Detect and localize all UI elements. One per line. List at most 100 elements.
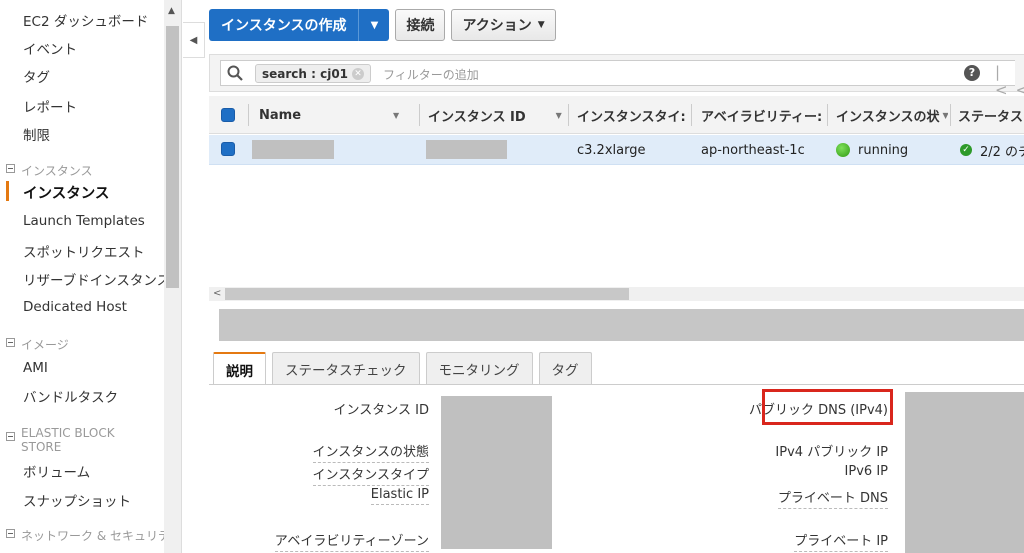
toolbar: インスタンスの作成 ▼ 接続 アクション ▼	[209, 9, 556, 41]
cell-availability-zone: ap-northeast-1c	[701, 142, 805, 158]
column-separator	[950, 104, 951, 126]
column-label: ステータス	[958, 109, 1024, 125]
filter-bar: search : cj01 ✕ フィルターの追加 ? |<<	[209, 54, 1024, 99]
filter-token[interactable]: search : cj01 ✕	[255, 64, 372, 83]
scrollbar-thumb[interactable]	[225, 288, 629, 300]
sidebar-item-reports[interactable]: レポート	[23, 96, 77, 116]
sort-icon[interactable]: ▼	[556, 111, 562, 120]
column-header-name[interactable]: Name ▼	[259, 96, 417, 134]
sidebar-item-spot-requests[interactable]: スポットリクエスト	[23, 241, 145, 261]
tab-monitoring[interactable]: モニタリング	[425, 352, 533, 385]
label-availability-zone: アベイラビリティーゾーン	[274, 530, 429, 552]
scroll-up-icon[interactable]: ▲	[168, 6, 175, 16]
scrollbar-thumb[interactable]	[166, 26, 179, 288]
column-separator	[691, 104, 692, 126]
collapse-icon[interactable]	[6, 432, 15, 441]
sidebar-item-limits[interactable]: 制限	[23, 124, 50, 144]
sidebar-item-volumes[interactable]: ボリューム	[23, 461, 90, 481]
label-instance-id: インスタンス ID	[333, 403, 429, 418]
table-header: Name ▼ インスタンス ID ▼ インスタンスタイ: ▼ アベイラビリティー…	[209, 96, 1024, 134]
column-label: Name	[259, 107, 302, 123]
sidebar-item-bundle-tasks[interactable]: バンドルタスク	[23, 386, 118, 406]
launch-instance-label[interactable]: インスタンスの作成	[209, 9, 360, 41]
label-private-ip: プライベート IP	[794, 530, 888, 552]
label-elastic-ip: Elastic IP	[370, 487, 429, 505]
sidebar-item-ami[interactable]: AMI	[23, 360, 48, 376]
redacted-details-left	[441, 396, 552, 549]
redacted-details-right	[905, 392, 1024, 553]
tab-description[interactable]: 説明	[213, 352, 266, 385]
column-label: インスタンス ID	[428, 109, 526, 125]
column-header-instance-type[interactable]: インスタンスタイ: ▼	[577, 96, 689, 134]
remove-token-icon[interactable]: ✕	[352, 67, 365, 80]
label-ipv4-public-ip: IPv4 パブリック IP	[775, 445, 888, 460]
sidebar-item-tags[interactable]: タグ	[23, 66, 50, 86]
sidebar-group-instances[interactable]: インスタンス	[6, 162, 93, 179]
sidebar: EC2 ダッシュボード イベント タグ レポート 制限 インスタンス インスタン…	[0, 0, 182, 553]
sidebar-group-ebs[interactable]: ELASTIC BLOCK STORE	[6, 426, 115, 454]
caret-down-icon[interactable]: ▼	[359, 20, 389, 31]
label-ipv6-ip: IPv6 IP	[844, 464, 888, 479]
group-title: イメージ	[21, 338, 69, 352]
column-header-instance-id[interactable]: インスタンス ID ▼	[428, 96, 568, 134]
column-header-availability-zone[interactable]: アベイラビリティー: ▼	[701, 96, 825, 134]
column-label: アベイラビリティー:	[701, 109, 823, 125]
collapse-sidebar-button[interactable]: ◀	[183, 22, 205, 58]
filter-placeholder: フィルターの追加	[383, 68, 479, 82]
sidebar-item-reserved-instances[interactable]: リザーブドインスタンス	[23, 269, 170, 289]
label-instance-type: インスタンスタイプ	[312, 464, 429, 486]
column-label: インスタンスタイ:	[577, 109, 686, 125]
chevron-left-icon: ◀	[189, 35, 198, 46]
filter-input[interactable]: search : cj01 ✕ フィルターの追加 ? |<<	[220, 60, 1024, 99]
sort-icon[interactable]: ▼	[942, 111, 948, 120]
column-separator	[568, 104, 569, 126]
sidebar-scrollbar[interactable]: ▲	[164, 0, 181, 553]
connect-button[interactable]: 接続	[395, 9, 446, 41]
collapse-icon[interactable]	[6, 338, 15, 347]
tab-divider	[209, 384, 1024, 385]
sidebar-group-network[interactable]: ネットワーク & セキュリティ	[6, 527, 181, 544]
column-header-instance-state[interactable]: インスタンスの状 ▼	[836, 96, 948, 134]
actions-label: アクション	[462, 18, 532, 34]
help-icon[interactable]: ?	[964, 65, 980, 81]
sidebar-item-dedicated-host[interactable]: Dedicated Host	[23, 299, 127, 315]
sidebar-item-launch-templates[interactable]: Launch Templates	[23, 213, 145, 229]
filter-token-label: search : cj01	[262, 66, 349, 81]
cell-instance-state: running	[836, 135, 908, 165]
search-icon	[227, 65, 243, 81]
collapse-icon[interactable]	[6, 529, 15, 538]
sidebar-item-events[interactable]: イベント	[23, 38, 77, 58]
sidebar-item-snapshots[interactable]: スナップショット	[23, 490, 131, 510]
connect-label: 接続	[406, 18, 435, 34]
table-row[interactable]: c3.2xlarge ap-northeast-1c running ✓ 2/2…	[209, 135, 1024, 165]
sidebar-item-ec2-dashboard[interactable]: EC2 ダッシュボード	[23, 10, 148, 30]
actions-button[interactable]: アクション ▼	[451, 9, 556, 41]
cell-status-checks: ✓ 2/2 のチ	[960, 135, 1024, 165]
detail-tabs: 説明 ステータスチェック モニタリング タグ	[213, 352, 592, 385]
group-title: ELASTIC BLOCK	[21, 426, 115, 440]
row-checkbox[interactable]	[221, 142, 235, 156]
table-horizontal-scrollbar[interactable]: <	[209, 287, 1024, 301]
group-title: STORE	[21, 440, 62, 454]
tab-status-checks[interactable]: ステータスチェック	[272, 352, 420, 385]
column-separator	[248, 104, 249, 126]
launch-instance-button[interactable]: インスタンスの作成 ▼	[209, 9, 390, 41]
redacted-name	[252, 140, 334, 159]
state-label: running	[858, 142, 909, 158]
sidebar-item-instances[interactable]: インスタンス	[23, 182, 109, 203]
status-label: 2/2 のチ	[980, 144, 1024, 160]
column-header-status-checks[interactable]: ステータス	[958, 96, 1024, 134]
cell-instance-type: c3.2xlarge	[577, 142, 646, 158]
collapse-icon[interactable]	[6, 164, 15, 173]
select-all-checkbox[interactable]	[221, 108, 235, 122]
scroll-left-icon[interactable]: <	[213, 287, 221, 301]
sidebar-group-images[interactable]: イメージ	[6, 336, 69, 353]
highlight-box	[762, 389, 893, 425]
chevron-down-icon: ▼	[537, 20, 545, 30]
active-indicator	[6, 181, 9, 201]
pagination-first-prev-icon[interactable]: |<<	[995, 63, 1024, 99]
column-separator	[419, 104, 420, 126]
sort-icon[interactable]: ▼	[393, 111, 399, 120]
tab-tags[interactable]: タグ	[538, 352, 592, 385]
details-header-bar[interactable]	[219, 309, 1024, 341]
